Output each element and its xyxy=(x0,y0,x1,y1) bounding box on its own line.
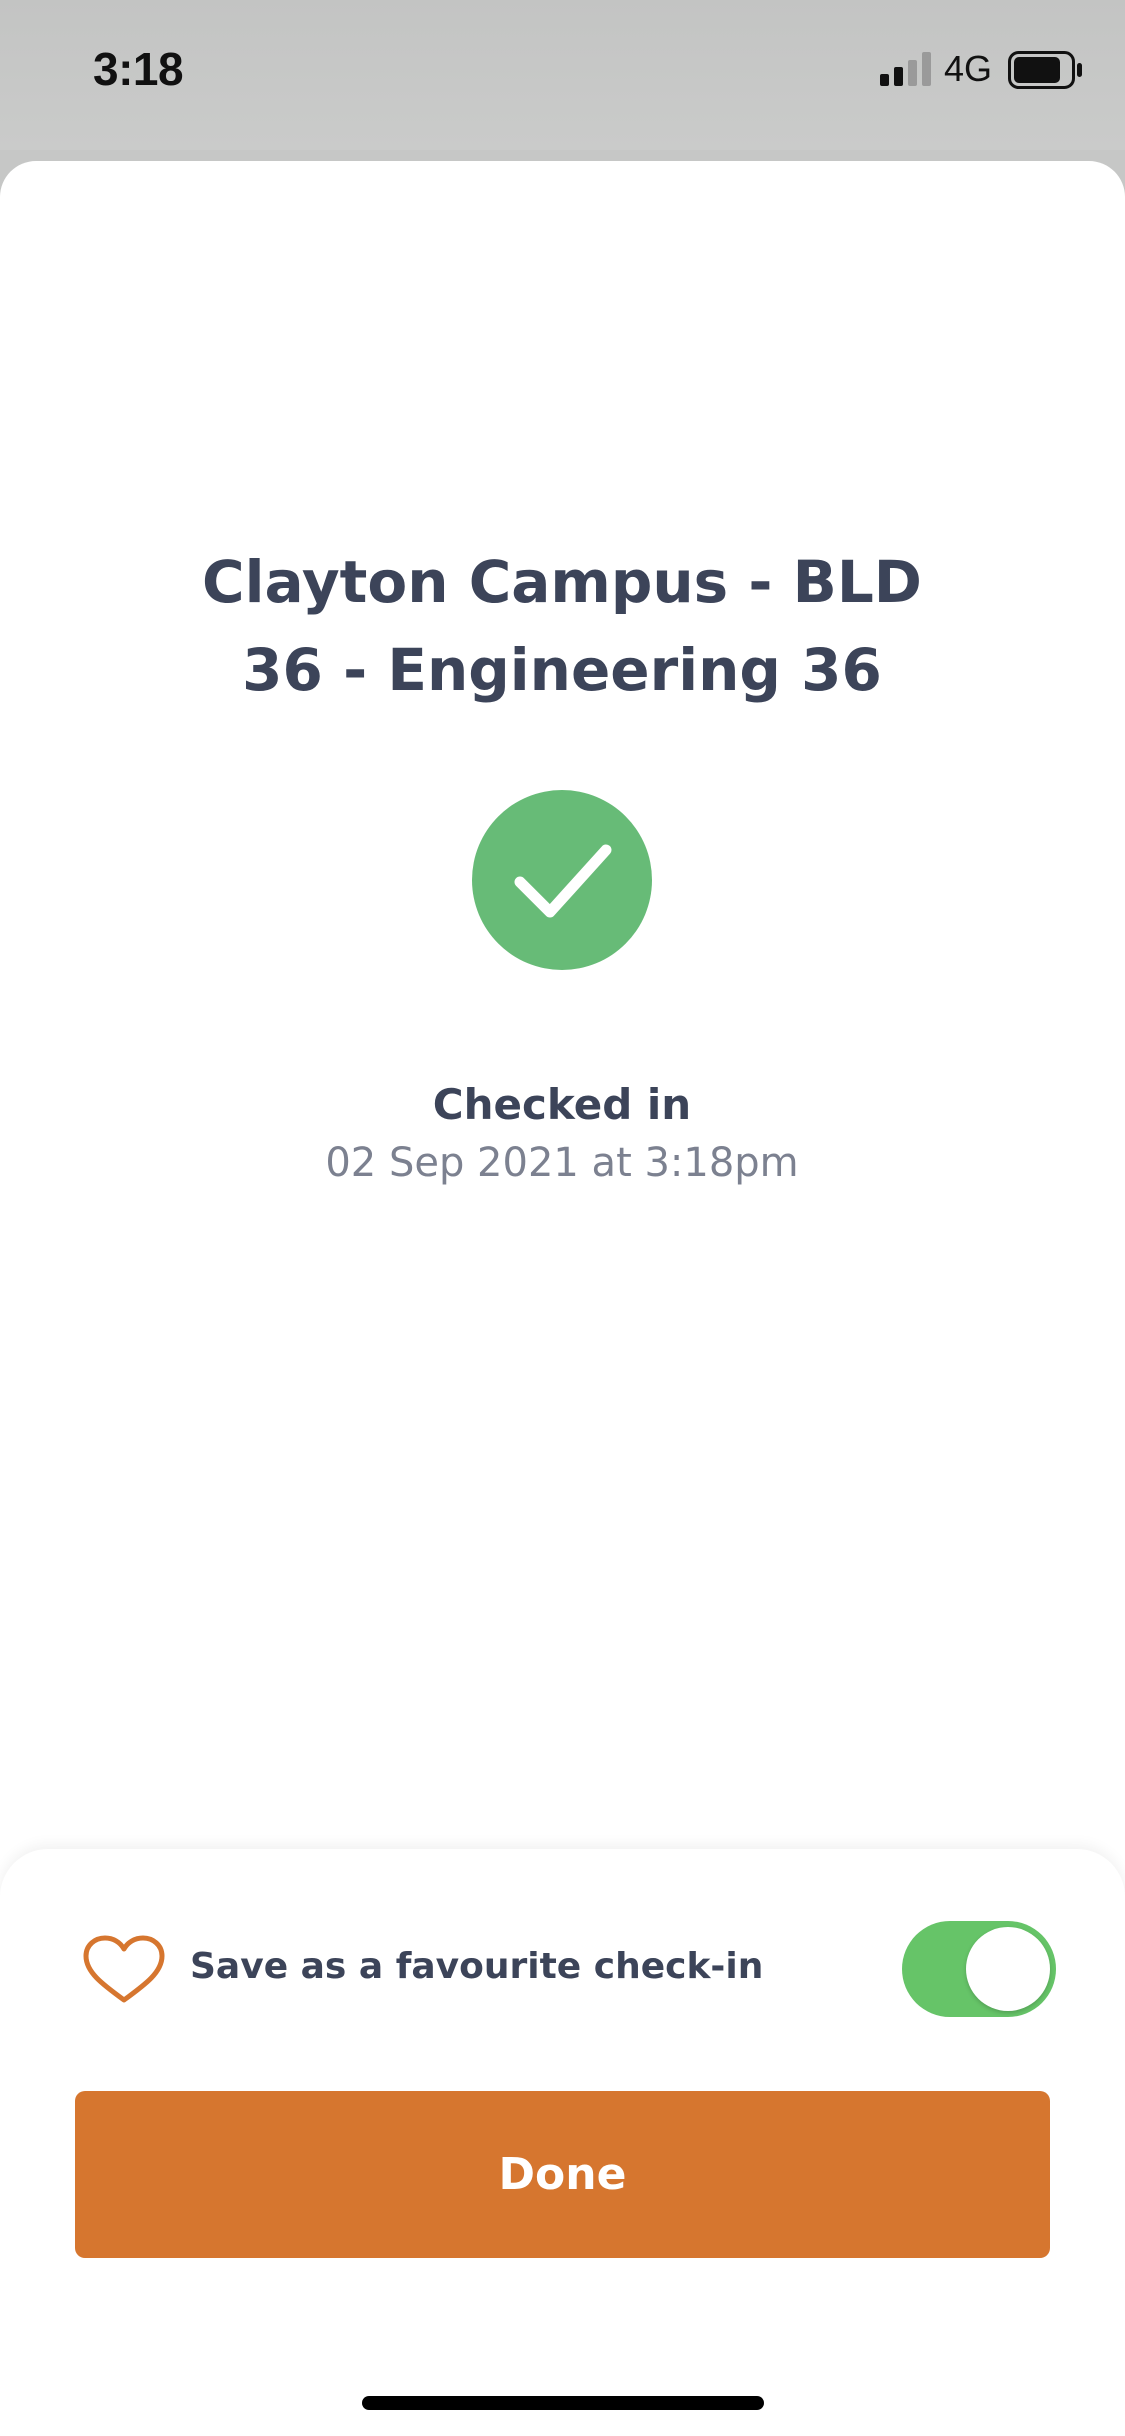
done-button[interactable]: Done xyxy=(75,2091,1050,2258)
location-title-line-1: Clayton Campus - BLD xyxy=(202,548,922,616)
checkmark-glyph xyxy=(514,844,612,918)
home-indicator[interactable] xyxy=(362,2396,764,2410)
battery-icon xyxy=(1008,51,1082,89)
status-bar-time: 3:18 xyxy=(93,43,184,95)
location-title-line-2: 36 - Engineering 36 xyxy=(242,636,882,704)
cellular-signal-icon xyxy=(880,52,931,86)
status-bar: 3:18 4G xyxy=(0,0,1125,150)
favourite-label: Save as a favourite check-in xyxy=(190,1946,764,1987)
location-title: Clayton Campus - BLD 36 - Engineering 36 xyxy=(112,538,1012,714)
favourite-toggle[interactable] xyxy=(902,1921,1056,2017)
network-type-label: 4G xyxy=(944,48,993,89)
heart-icon xyxy=(83,1935,165,2003)
toggle-knob[interactable] xyxy=(966,1927,1050,2011)
checkmark-icon xyxy=(472,790,652,970)
checkin-status: Checked in xyxy=(432,1080,692,1129)
checkin-timestamp: 02 Sep 2021 at 3:18pm xyxy=(325,1140,799,1186)
